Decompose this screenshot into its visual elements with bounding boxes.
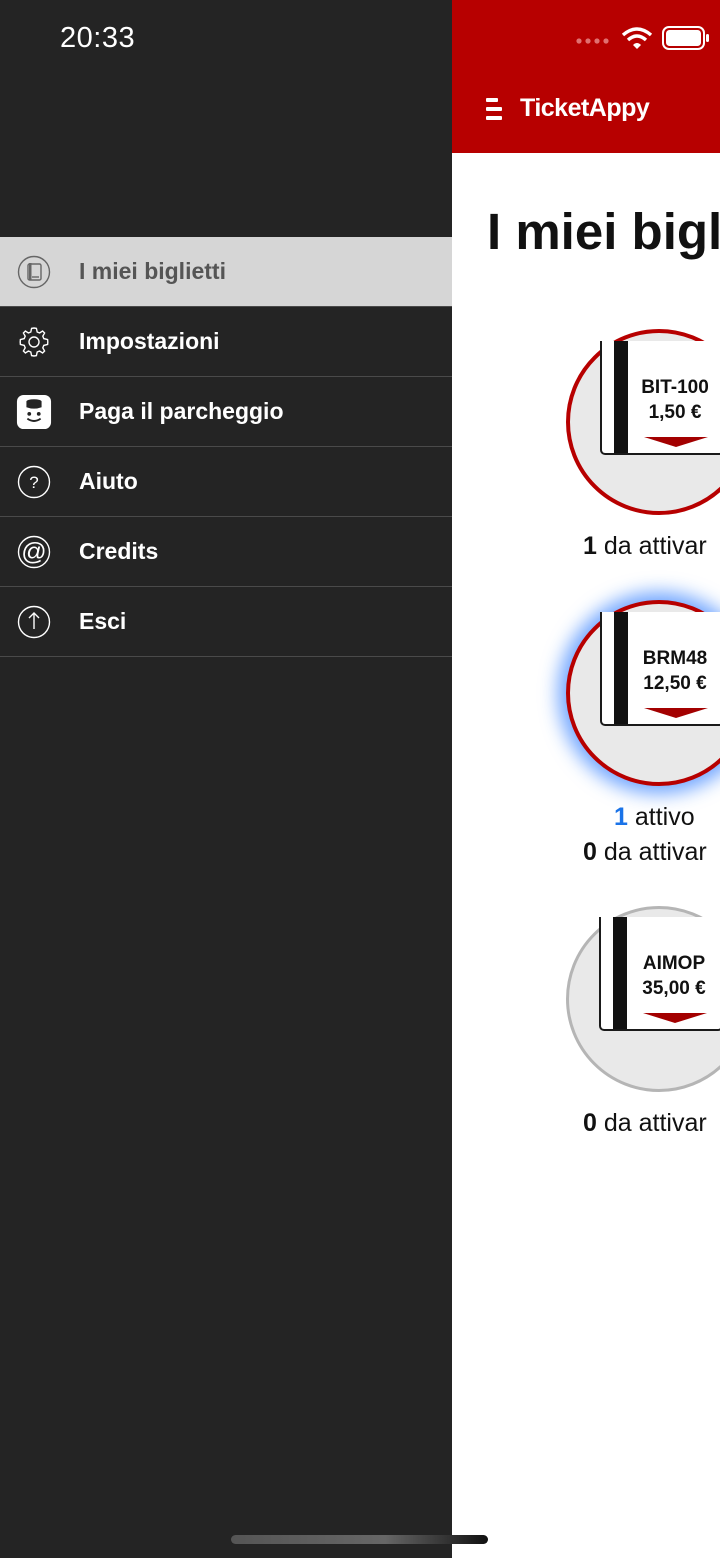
ticket-brm48[interactable]: BRM48 12,50 € xyxy=(566,600,720,786)
count-number: 0 xyxy=(583,1109,597,1137)
drawer-item-logout[interactable]: Esci xyxy=(0,587,452,657)
drawer-item-label: Aiuto xyxy=(79,468,138,494)
drawer-item-label: I miei biglietti xyxy=(79,258,226,284)
ticket-stripe xyxy=(614,612,628,724)
svg-text:@: @ xyxy=(21,538,46,566)
count-number: 1 xyxy=(614,803,628,831)
drawer-item-pay-parking[interactable]: Paga il parcheggio xyxy=(0,377,452,447)
logout-icon xyxy=(16,604,52,640)
help-icon: ? xyxy=(16,464,52,500)
drawer-item-credits[interactable]: @ Credits xyxy=(0,517,452,587)
main-panel[interactable]: TicketAppy I miei bigl BIT-100 1,50 € 1 … xyxy=(452,0,720,1558)
drawer-item-label: Esci xyxy=(79,608,127,634)
wifi-icon xyxy=(621,27,653,54)
ticket-code: BRM48 xyxy=(642,648,708,669)
svg-text:?: ? xyxy=(29,473,38,492)
ticket-bit-100[interactable]: BIT-100 1,50 € xyxy=(566,329,720,515)
count-text: da attivar xyxy=(596,838,707,866)
ticket-code: AIMOP xyxy=(642,953,706,974)
arrow-down-icon xyxy=(644,708,708,718)
parking-app-icon xyxy=(16,394,52,430)
ticket-price: 12,50 € xyxy=(643,673,707,694)
screen: 20:33 I miei biglietti Impostazioni Paga… xyxy=(0,0,720,1558)
drawer-menu: I miei biglietti Impostazioni Paga il pa… xyxy=(0,237,452,657)
ticket-count-to-activate: 1 da attivar xyxy=(583,532,707,561)
count-text: da attivar xyxy=(596,1109,707,1137)
ticket-count-to-activate: 0 da attivar xyxy=(583,838,707,867)
ticket-price: 1,50 € xyxy=(648,402,702,423)
arrow-down-icon xyxy=(643,1013,707,1023)
status-time: 20:33 xyxy=(60,22,136,54)
count-text: da attivar xyxy=(596,532,707,560)
home-indicator[interactable] xyxy=(231,1535,488,1544)
count-text: attivo xyxy=(627,803,695,831)
drawer-item-my-tickets[interactable]: I miei biglietti xyxy=(0,237,452,307)
arrow-down-icon xyxy=(644,437,708,447)
drawer-item-label: Paga il parcheggio xyxy=(79,398,284,424)
side-drawer: 20:33 I miei biglietti Impostazioni Paga… xyxy=(0,0,452,1558)
app-brand: TicketAppy xyxy=(486,94,650,123)
ticket-aimop[interactable]: AIMOP 35,00 € xyxy=(566,906,720,1092)
drawer-item-settings[interactable]: Impostazioni xyxy=(0,307,452,377)
ticket-count-active: 1 attivo xyxy=(614,803,695,832)
app-header: TicketAppy xyxy=(452,0,720,153)
drawer-item-label: Credits xyxy=(79,538,159,564)
ticket-card: BRM48 12,50 € xyxy=(600,612,720,726)
status-icons xyxy=(576,26,710,55)
drawer-item-help[interactable]: ? Aiuto xyxy=(0,447,452,517)
ticket-count-to-activate: 0 da attivar xyxy=(583,1109,707,1138)
at-icon: @ xyxy=(16,534,52,570)
ticket-card: AIMOP 35,00 € xyxy=(599,917,720,1031)
battery-icon xyxy=(662,26,710,55)
app-name: TicketAppy xyxy=(520,94,650,122)
signal-icon xyxy=(576,32,612,50)
ticket-code: BIT-100 xyxy=(641,377,709,398)
gear-icon xyxy=(16,324,52,360)
count-number: 1 xyxy=(583,532,597,560)
tickets-icon xyxy=(16,254,52,290)
page-title: I miei bigl xyxy=(487,203,720,260)
ticket-stripe xyxy=(613,917,627,1029)
ticket-stripe xyxy=(614,341,628,453)
ticket-card: BIT-100 1,50 € xyxy=(600,341,720,455)
drawer-item-label: Impostazioni xyxy=(79,328,220,354)
ticket-price: 35,00 € xyxy=(642,978,706,999)
count-number: 0 xyxy=(583,838,597,866)
hamburger-icon[interactable] xyxy=(486,97,502,120)
